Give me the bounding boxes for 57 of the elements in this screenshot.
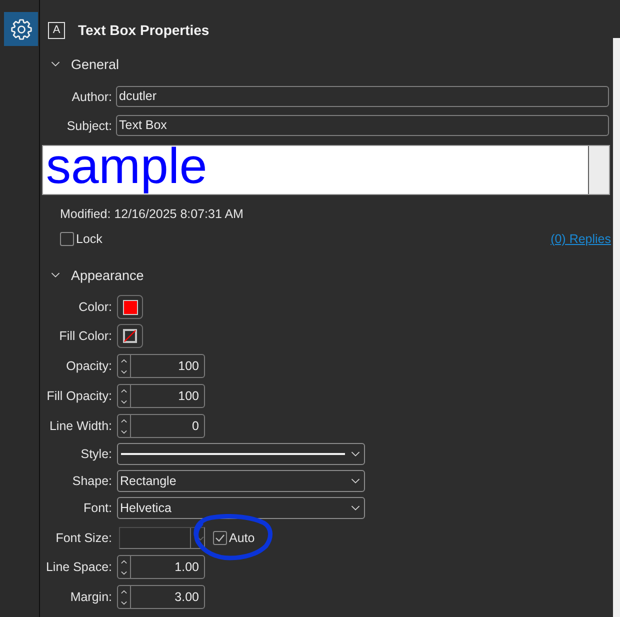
number-spinner[interactable]: 3.00 (117, 585, 205, 609)
down-caret-icon[interactable] (121, 600, 127, 604)
number-spinner[interactable]: 100 (117, 384, 205, 408)
section-header[interactable]: General (40, 53, 120, 75)
field-label: Shape: (71, 474, 112, 488)
chevron-icon (51, 61, 60, 67)
checkbox[interactable] (60, 232, 74, 246)
field-label: Margin: (69, 590, 112, 604)
scrollbar[interactable] (613, 38, 620, 617)
panel-title: Text Box Properties (78, 22, 210, 38)
settings-button[interactable] (4, 12, 38, 46)
number-spinner[interactable]: 0 (117, 414, 205, 438)
field-label: Font: (82, 501, 112, 515)
text-field[interactable]: Text Box (116, 115, 609, 136)
down-caret-icon[interactable] (121, 570, 127, 574)
down-caret-icon[interactable] (121, 370, 127, 374)
line-style-dropdown[interactable] (117, 443, 365, 465)
up-caret-icon[interactable] (121, 418, 127, 422)
field-label: Style: (80, 447, 112, 461)
down-caret-icon[interactable] (121, 430, 127, 434)
modified-text: Modified: 12/16/2025 8:07:31 AM (60, 207, 244, 221)
number-spinner[interactable]: 100 (117, 354, 205, 378)
replies-link[interactable]: (0) Replies (550, 232, 611, 246)
color-picker-button[interactable] (117, 324, 143, 348)
field-label: Opacity: (65, 359, 112, 373)
field-label: Fill Color: (58, 329, 112, 343)
checkmark-icon (215, 534, 225, 542)
chevron-icon (197, 536, 204, 540)
field-label: Font Size: (54, 531, 112, 545)
dropdown[interactable]: Rectangle (117, 470, 365, 492)
chevron-icon (351, 505, 360, 511)
field-label: Author: (70, 90, 112, 104)
settings-icon (10, 18, 32, 40)
up-caret-icon[interactable] (121, 590, 127, 594)
field-label: Line Width: (48, 419, 112, 433)
field-label: Subject: (66, 118, 112, 132)
scrollbar[interactable] (588, 146, 609, 194)
preview-text: sample (45, 146, 208, 194)
section-header[interactable]: Appearance (40, 264, 144, 286)
chevron-icon (351, 451, 360, 457)
dropdown[interactable]: Helvetica (117, 497, 365, 519)
checkbox-label: Auto (229, 531, 255, 545)
down-caret-icon[interactable] (121, 400, 127, 404)
color-picker-button[interactable] (117, 295, 143, 319)
up-caret-icon[interactable] (121, 560, 127, 564)
field-label: Line Space: (44, 560, 112, 574)
chevron-icon (351, 478, 360, 484)
field-label: Fill Opacity: (46, 389, 112, 403)
up-caret-icon[interactable] (121, 388, 127, 392)
text-type-badge: A (48, 22, 65, 38)
text-field[interactable]: dcutler (116, 86, 609, 107)
number-spinner[interactable]: 1.00 (117, 555, 205, 579)
up-caret-icon[interactable] (121, 358, 127, 362)
line-sample-icon (121, 453, 345, 455)
chevron-icon (51, 272, 60, 278)
checkbox-label: Lock (76, 232, 102, 246)
field-label: Color: (78, 300, 112, 314)
